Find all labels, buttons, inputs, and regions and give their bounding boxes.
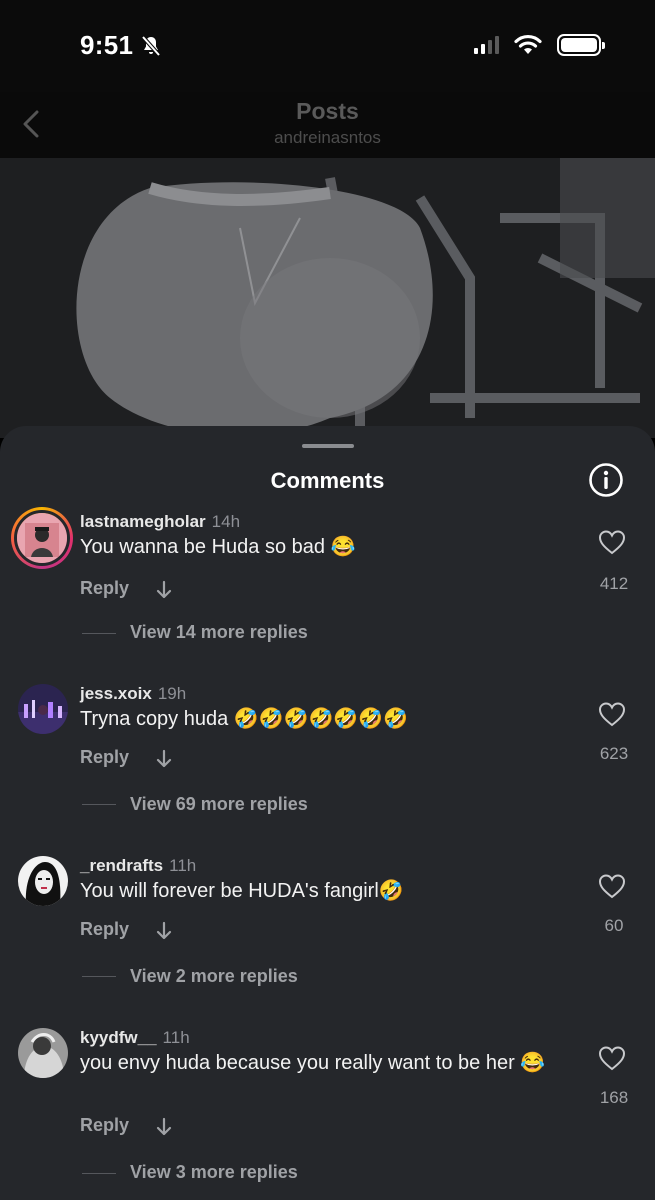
arrow-down-icon[interactable] [156,921,172,941]
thread-divider [82,804,116,805]
thread-divider [82,976,116,977]
page-subtitle: andreinasntos [274,128,381,147]
comments-title: Comments [270,468,385,493]
info-button[interactable] [588,462,624,498]
comments-sheet: Comments lastnamegholar 14h You wanna be… [0,426,655,1200]
comment-item: kyydfw__ 11h you envy huda because you r… [0,1028,655,1200]
heart-icon[interactable] [599,1046,625,1072]
battery-icon [557,34,605,56]
sheet-grabber[interactable] [302,444,354,448]
arrow-down-icon[interactable] [156,1117,172,1137]
thread-divider [82,1173,116,1174]
comment-header: _rendrafts 11h [80,856,196,876]
status-time: 9:51 [80,30,163,61]
comment-header: jess.xoix 19h [80,684,186,704]
avatar[interactable] [18,1028,68,1078]
comment-username[interactable]: jess.xoix [80,684,152,704]
reply-button[interactable]: Reply [80,919,129,940]
page-title: Posts [296,98,359,124]
comment-time: 19h [157,684,187,703]
like-count: 412 [599,574,629,593]
heart-icon[interactable] [599,702,625,728]
post-photo-art [0,158,655,438]
comment-time: 14h [211,512,241,531]
arrow-down-icon[interactable] [156,580,172,600]
avatar[interactable] [18,856,68,906]
status-bar: 9:51 [0,0,655,92]
like-count: 168 [599,1088,629,1107]
top-nav: Posts andreinasntos [0,92,655,158]
info-icon [589,463,623,497]
comment-text: You will forever be HUDA's fangirl🤣 [80,880,404,902]
comment-item: jess.xoix 19h Tryna copy huda 🤣🤣🤣🤣🤣🤣🤣 Re… [0,684,655,844]
reply-button[interactable]: Reply [80,1115,129,1136]
view-replies-link[interactable]: View 69 more replies [130,794,308,815]
heart-icon[interactable] [599,874,625,900]
like-count: 60 [604,916,624,935]
comment-text: You wanna be Huda so bad 😂 [80,536,356,558]
wifi-icon [514,34,542,54]
comment-text: you envy huda because you really want to… [80,1052,546,1074]
comment-item: lastnamegholar 14h You wanna be Huda so … [0,507,655,672]
post-image [0,158,655,438]
comment-username[interactable]: kyydfw__ [80,1028,157,1048]
view-replies-link[interactable]: View 2 more replies [130,966,298,987]
comment-header: lastnamegholar 14h [80,512,240,532]
time-text: 9:51 [80,30,134,60]
comment-header: kyydfw__ 11h [80,1028,190,1048]
comment-username[interactable]: lastnamegholar [80,512,206,532]
bell-slash-icon [141,35,161,56]
reply-button[interactable]: Reply [80,578,129,599]
comment-username[interactable]: _rendrafts [80,856,163,876]
status-icons [474,34,605,56]
avatar[interactable] [18,684,68,734]
comment-time: 11h [162,1028,190,1047]
heart-icon[interactable] [599,530,625,556]
comment-text: Tryna copy huda 🤣🤣🤣🤣🤣🤣🤣 [80,708,409,730]
avatar[interactable] [11,507,73,569]
like-count: 623 [599,744,629,763]
view-replies-link[interactable]: View 3 more replies [130,1162,298,1183]
reply-button[interactable]: Reply [80,747,129,768]
cellular-signal-icon [474,36,499,54]
thread-divider [82,633,116,634]
arrow-down-icon[interactable] [156,749,172,769]
view-replies-link[interactable]: View 14 more replies [130,622,308,643]
comment-item: _rendrafts 11h You will forever be HUDA'… [0,856,655,1016]
comment-time: 11h [169,856,197,875]
